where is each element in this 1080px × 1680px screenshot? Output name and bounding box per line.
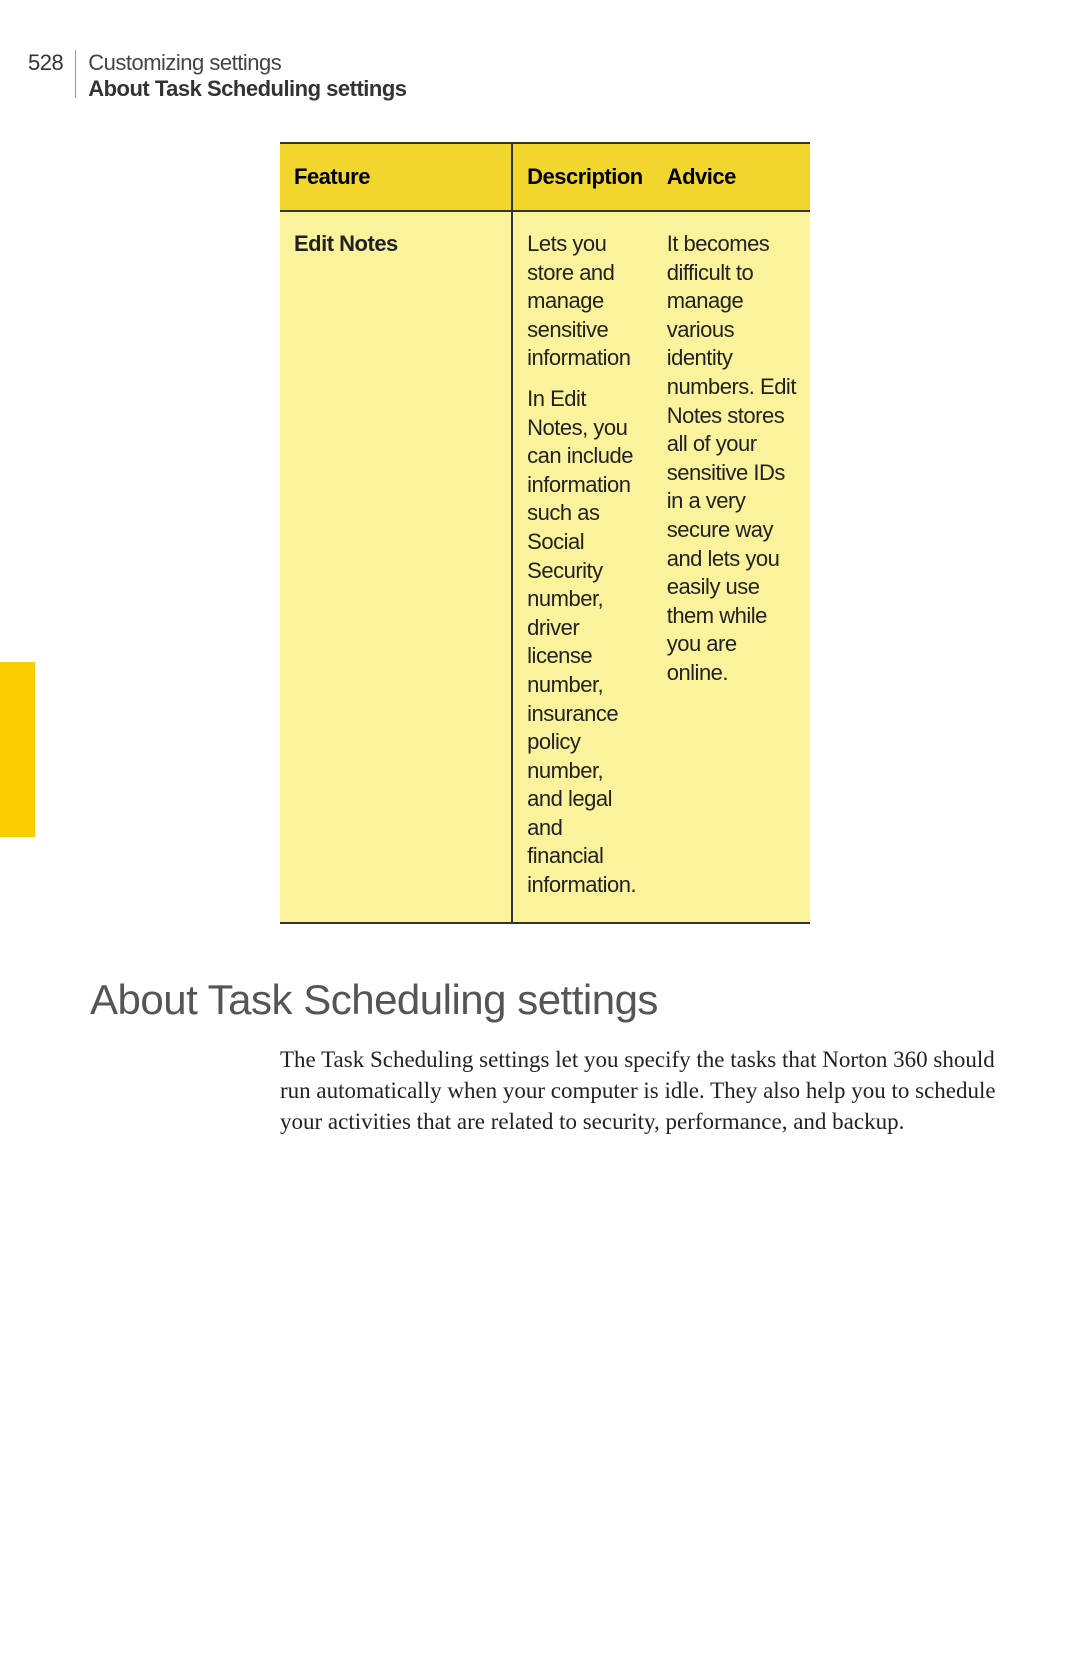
page-number: 528 (28, 50, 63, 76)
header-divider (75, 50, 76, 98)
feature-table: Feature Description Advice Edit Notes Le… (280, 142, 810, 924)
yellow-side-tab (0, 662, 35, 837)
cell-feature: Edit Notes (280, 211, 512, 923)
body-paragraph: The Task Scheduling settings let you spe… (280, 1044, 1020, 1137)
description-para-2: In Edit Notes, you can include informati… (527, 385, 643, 900)
table-row: Edit Notes Lets you store and manage sen… (280, 211, 810, 923)
header-description: Description (512, 143, 653, 211)
page-header: 528 Customizing settings About Task Sche… (0, 0, 1080, 102)
header-text-block: Customizing settings About Task Scheduli… (88, 50, 406, 102)
header-advice: Advice (653, 143, 810, 211)
header-feature: Feature (280, 143, 512, 211)
section-title: About Task Scheduling settings (90, 976, 1080, 1024)
table-header-row: Feature Description Advice (280, 143, 810, 211)
header-chapter: Customizing settings (88, 50, 406, 76)
header-section-title: About Task Scheduling settings (88, 76, 406, 102)
cell-advice: It becomes difficult to manage various i… (653, 211, 810, 923)
description-para-1: Lets you store and manage sensitive info… (527, 230, 643, 373)
cell-description: Lets you store and manage sensitive info… (512, 211, 653, 923)
